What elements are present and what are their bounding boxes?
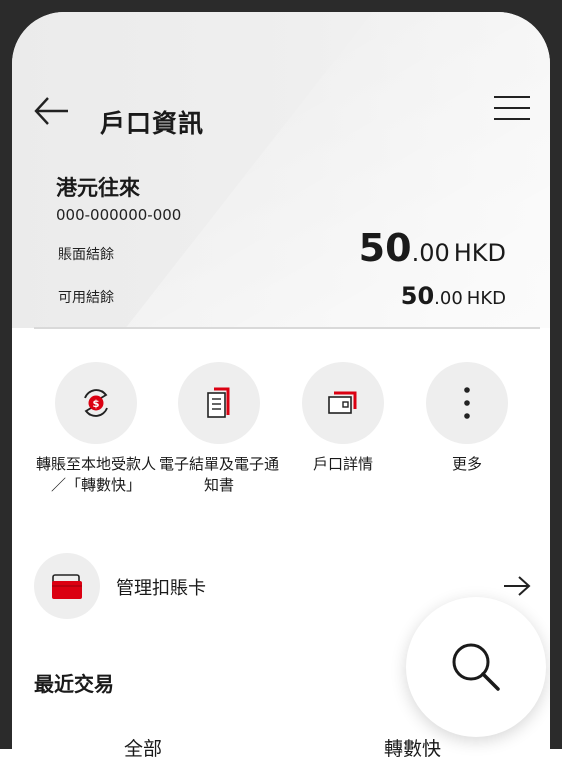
account-details-action-label: 戶口詳情 xyxy=(312,455,373,473)
ledger-balance-label: 賬面結餘 xyxy=(58,247,114,263)
header-sheen xyxy=(44,12,550,328)
transfer-action-circle: $ xyxy=(55,362,137,444)
search-button[interactable] xyxy=(406,597,546,737)
available-balance-whole: 50 xyxy=(400,282,435,310)
page-title: 戶口資訊 xyxy=(100,109,205,138)
more-action-label: 更多 xyxy=(451,455,482,473)
transfer-icon: $ xyxy=(84,389,108,417)
debit-card-icon xyxy=(52,574,82,599)
app-screen: 戶口資訊 港元往來 000-000000-000 賬面結餘 50.00 HKD 可… xyxy=(12,12,550,772)
hamburger-menu-icon[interactable] xyxy=(494,96,530,126)
estatement-icon xyxy=(207,387,230,418)
available-balance-label: 可用結餘 xyxy=(58,290,114,306)
arrow-right-icon xyxy=(504,576,531,596)
ledger-balance: 50.00 HKD xyxy=(359,226,506,270)
transfer-action-button[interactable]: $ 轉賬至本地受款人／「轉數快」 xyxy=(36,362,156,496)
account-header-panel: 戶口資訊 港元往來 000-000000-000 賬面結餘 50.00 HKD 可… xyxy=(12,12,550,328)
ledger-balance-currency: HKD xyxy=(453,239,506,267)
svg-text:$: $ xyxy=(93,399,100,410)
arrow-left-icon[interactable] xyxy=(32,94,72,128)
debit-card-circle xyxy=(34,553,100,619)
recent-transactions-title: 最近交易 xyxy=(34,672,114,696)
manage-debit-card-label: 管理扣賬卡 xyxy=(116,578,206,599)
account-details-icon xyxy=(328,391,357,414)
estatement-action-circle xyxy=(178,362,260,444)
ledger-balance-whole: 50 xyxy=(358,226,412,270)
account-number: 000-000000-000 xyxy=(56,206,182,224)
more-action-circle xyxy=(426,362,508,444)
device-frame: 戶口資訊 港元往來 000-000000-000 賬面結餘 50.00 HKD 可… xyxy=(0,0,562,772)
more-action-button[interactable]: 更多 xyxy=(407,362,527,475)
search-icon xyxy=(452,643,500,691)
more-icon xyxy=(464,387,470,419)
ledger-balance-decimal: .00 xyxy=(411,239,450,267)
header-divider xyxy=(34,327,540,329)
available-balance-decimal: .00 xyxy=(434,288,463,309)
available-balance: 50.00 HKD xyxy=(401,282,506,310)
estatement-action-label: 電子結單及電子通知書 xyxy=(159,455,280,494)
account-details-action-circle xyxy=(302,362,384,444)
account-name: 港元往來 xyxy=(56,176,140,200)
tab-fps[interactable]: 轉數快 xyxy=(384,734,441,761)
tab-all[interactable]: 全部 xyxy=(124,734,162,761)
available-balance-currency: HKD xyxy=(466,288,506,309)
transfer-action-label: 轉賬至本地受款人／「轉數快」 xyxy=(36,455,157,494)
account-details-action-button[interactable]: 戶口詳情 xyxy=(283,362,403,475)
estatement-action-button[interactable]: 電子結單及電子通知書 xyxy=(159,362,279,496)
